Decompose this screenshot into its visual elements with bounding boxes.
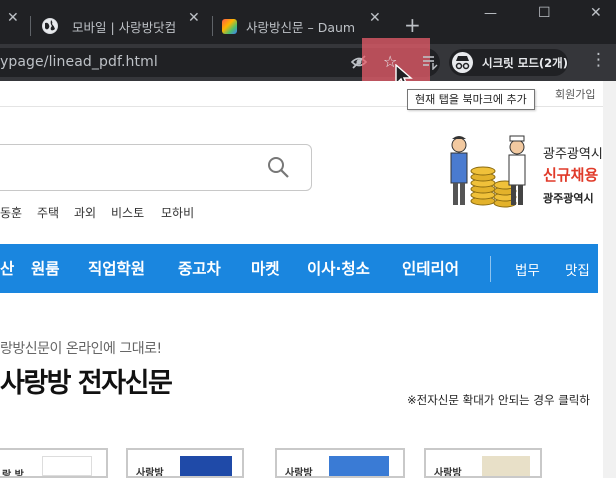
tab-close-icon[interactable]: ✕ bbox=[7, 10, 19, 26]
quick-link[interactable]: 동훈 bbox=[0, 204, 22, 221]
quick-link[interactable]: 모하비 bbox=[161, 204, 194, 221]
tab-title: 모바일 | 사랑방닷컴 bbox=[72, 19, 177, 35]
incognito-icon bbox=[452, 52, 473, 73]
nav-item[interactable]: 원룸 bbox=[31, 257, 60, 279]
globe-icon bbox=[42, 18, 58, 34]
section-title: 사랑방 전자신문 bbox=[0, 368, 173, 399]
close-window-button[interactable]: ✕ bbox=[590, 5, 602, 21]
section-subtitle: 랑방신문이 온라인에 그대로! bbox=[0, 341, 162, 357]
newspaper-thumbnail[interactable]: 사랑방 bbox=[126, 448, 244, 478]
incognito-button[interactable]: 시크릿 모드(2개) bbox=[449, 49, 568, 76]
search-input[interactable] bbox=[0, 144, 312, 191]
thumbnail-label: 사랑방 bbox=[136, 468, 164, 478]
nav-item-side[interactable]: 맛집 bbox=[565, 259, 590, 279]
maximize-button[interactable]: ☐ bbox=[538, 5, 551, 21]
daum-icon bbox=[222, 18, 237, 34]
notice-text: ※전자신문 확대가 안되는 경우 클릭하 bbox=[407, 393, 590, 407]
incognito-label: 시크릿 모드(2개) bbox=[482, 55, 568, 70]
banner-line1: 광주광역시 bbox=[543, 147, 603, 162]
toolbar: ypage/linead_pdf.html ☆ 시크릿 모드(2개) ⋮ bbox=[0, 38, 616, 90]
reading-list-icon[interactable] bbox=[422, 54, 438, 74]
page-scrollbar[interactable] bbox=[603, 81, 616, 478]
nav-item[interactable]: 인테리어 bbox=[402, 257, 459, 279]
thumbnail-ad-block bbox=[329, 456, 389, 476]
thumbnail-ad-block bbox=[180, 456, 232, 476]
nav-item[interactable]: 직업학원 bbox=[88, 257, 145, 279]
thumbnail-label: 사랑방 bbox=[434, 468, 462, 478]
tab-mobile[interactable]: 모바일 | 사랑방닷컴 bbox=[34, 8, 212, 44]
nav-divider bbox=[490, 256, 491, 282]
thumbnail-label: 사랑방 bbox=[285, 468, 313, 478]
thumbnail-label: 랑 방 bbox=[2, 470, 24, 478]
browser-window: ✕ 모바일 | 사랑방닷컴 ✕ 사랑방신문 – Daum ✕ + — ☐ ✕ y… bbox=[0, 0, 616, 478]
banner-line2: 신규채용 bbox=[543, 166, 599, 184]
tab-separator bbox=[212, 16, 213, 36]
banner-line3: 광주광역시 bbox=[543, 192, 594, 205]
menu-kebab-icon[interactable]: ⋮ bbox=[590, 50, 607, 70]
nav-item[interactable]: 산 bbox=[0, 257, 14, 279]
newspaper-thumbnail[interactable]: 랑 방 bbox=[0, 448, 108, 478]
search-icon[interactable] bbox=[266, 155, 290, 183]
nav-item-side[interactable]: 법무 bbox=[515, 259, 540, 279]
quick-link[interactable]: 과외 bbox=[74, 204, 96, 221]
signup-link[interactable]: 회원가입 bbox=[555, 86, 595, 102]
newspaper-thumbnail[interactable]: 사랑방 bbox=[275, 448, 405, 478]
tab-separator bbox=[30, 16, 31, 36]
url-text: ypage/linead_pdf.html bbox=[0, 54, 158, 70]
quick-link[interactable]: 주택 bbox=[37, 204, 59, 221]
newspaper-thumbnail[interactable]: 사랑방 bbox=[424, 448, 542, 478]
minimize-button[interactable]: — bbox=[484, 6, 497, 21]
nav-item[interactable]: 중고차 bbox=[178, 257, 221, 279]
banner-ad[interactable]: 광주광역시 신규채용 광주광역시 bbox=[447, 133, 616, 213]
thumbnail-ad-block bbox=[42, 456, 92, 476]
tab-close-icon[interactable]: ✕ bbox=[369, 10, 381, 26]
thumbnail-ad-block bbox=[482, 456, 530, 476]
banner-illustration bbox=[450, 135, 526, 208]
nav-item[interactable]: 이사·청소 bbox=[307, 257, 370, 279]
tab-title: 사랑방신문 – Daum bbox=[246, 19, 356, 35]
nav-item[interactable]: 마켓 bbox=[251, 257, 280, 279]
tab-strip: ✕ 모바일 | 사랑방닷컴 ✕ 사랑방신문 – Daum ✕ + — ☐ ✕ bbox=[0, 0, 616, 44]
tooltip: 현재 탭을 북마크에 추가 bbox=[407, 89, 535, 110]
new-tab-button[interactable]: + bbox=[404, 13, 421, 37]
tab-close-icon[interactable]: ✕ bbox=[188, 10, 200, 26]
tab-daum[interactable]: 사랑방신문 – Daum bbox=[216, 8, 366, 44]
quick-link[interactable]: 비스토 bbox=[111, 204, 144, 221]
